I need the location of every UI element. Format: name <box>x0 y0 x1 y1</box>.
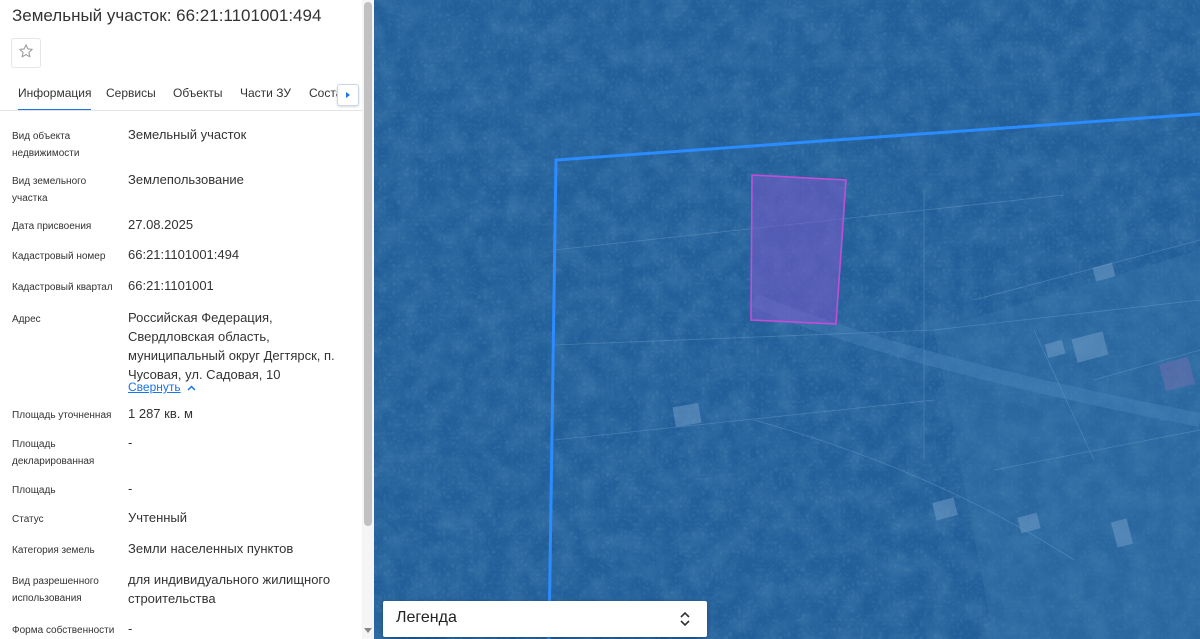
legend-dropdown[interactable]: Легенда <box>383 601 707 637</box>
field-label: Площадь декларированная <box>12 439 95 467</box>
field-label: Площадь <box>12 485 56 496</box>
field-label: Адрес <box>12 314 41 325</box>
tabs-scroll-right-button[interactable] <box>337 84 359 106</box>
chevron-right-icon <box>344 86 352 104</box>
tab-services[interactable]: Сервисы <box>106 86 156 100</box>
tab-information[interactable]: Информация <box>18 86 92 110</box>
satellite-map-canvas <box>374 0 1200 639</box>
scrollbar-thumb[interactable] <box>364 2 372 526</box>
field-label: Кадастровый номер <box>12 251 106 262</box>
field-value: Землепользование <box>128 172 244 187</box>
field-value: 66:21:1101001 <box>128 278 214 293</box>
field-label: Статус <box>12 514 44 525</box>
field-value: 27.08.2025 <box>128 217 194 232</box>
collapse-link-label: Свернуть <box>128 380 181 394</box>
page-title: Земельный участок: 66:21:1101001:494 <box>12 6 322 25</box>
field-label: Кадастровый квартал <box>12 282 113 293</box>
field-label: Дата присвоения <box>12 221 92 232</box>
field-label: Категория земель <box>12 545 95 556</box>
field-value: 1 287 кв. м <box>128 406 193 421</box>
field-label: Вид разрешенного использования <box>12 576 99 604</box>
expand-collapse-icon <box>679 610 691 628</box>
field-value: 66:21:1101001:494 <box>128 247 240 262</box>
field-label: Площадь уточненная <box>12 410 112 421</box>
field-value: Земельный участок <box>128 127 247 142</box>
chevron-up-icon <box>187 380 196 394</box>
field-value: - <box>128 481 133 496</box>
field-label: Форма собственности <box>12 625 115 636</box>
field-value: Учтенный <box>128 510 188 525</box>
favorite-button[interactable] <box>11 38 41 68</box>
info-panel: Земельный участок: 66:21:1101001:494 Инф… <box>0 0 362 639</box>
field-value: Земли населенных пунктов <box>128 541 294 556</box>
field-label: Вид объекта недвижимости <box>12 131 80 159</box>
legend-label: Легенда <box>396 609 457 626</box>
panel-scrollbar[interactable] <box>362 0 374 639</box>
field-value: Российская Федерация, Свердловская облас… <box>128 310 335 382</box>
selected-parcel[interactable] <box>750 174 847 325</box>
scroll-down-arrow-icon[interactable] <box>364 628 372 633</box>
field-value: - <box>128 435 133 450</box>
star-outline-icon <box>18 43 34 64</box>
address-collapse-link[interactable]: Свернуть <box>128 380 196 394</box>
map-view[interactable] <box>374 0 1200 639</box>
field-value: - <box>128 621 133 636</box>
field-label: Вид земельного участка <box>12 176 87 204</box>
field-value: для индивидуального жилищного строительс… <box>128 572 331 606</box>
tab-bar: Информация Сервисы Объекты Части ЗУ Сост… <box>0 80 362 111</box>
tab-objects[interactable]: Объекты <box>173 86 223 100</box>
tab-parcel-parts[interactable]: Части ЗУ <box>240 86 291 100</box>
app-root: Земельный участок: 66:21:1101001:494 Инф… <box>0 0 1200 639</box>
